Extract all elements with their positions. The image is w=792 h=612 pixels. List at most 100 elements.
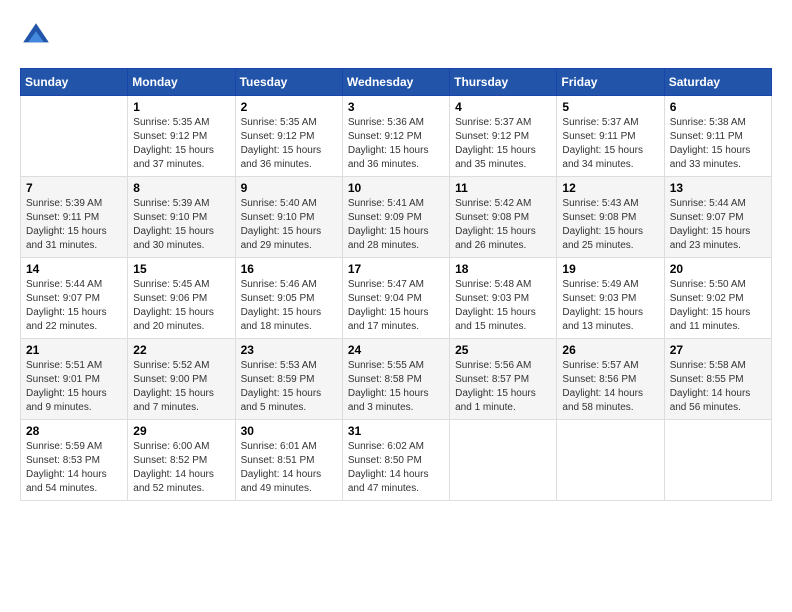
calendar-cell: 5 Sunrise: 5:37 AM Sunset: 9:11 PM Daylig… — [557, 96, 664, 177]
day-info: Sunrise: 5:44 AM Sunset: 9:07 PM Dayligh… — [670, 197, 766, 253]
day-number: 18 — [455, 262, 551, 276]
day-number: 16 — [241, 262, 337, 276]
day-info: Sunrise: 5:53 AM Sunset: 8:59 PM Dayligh… — [241, 359, 337, 415]
calendar-cell: 30 Sunrise: 6:01 AM Sunset: 8:51 PM Dayli… — [235, 420, 342, 501]
day-info: Sunrise: 5:45 AM Sunset: 9:06 PM Dayligh… — [133, 278, 229, 334]
day-info: Sunrise: 5:42 AM Sunset: 9:08 PM Dayligh… — [455, 197, 551, 253]
day-info: Sunrise: 5:36 AM Sunset: 9:12 PM Dayligh… — [348, 116, 444, 172]
header-thursday: Thursday — [450, 69, 557, 96]
day-info: Sunrise: 6:02 AM Sunset: 8:50 PM Dayligh… — [348, 440, 444, 496]
calendar-week-row: 28Sunrise: 5:59 AM Sunset: 8:53 PM Dayli… — [21, 420, 772, 501]
day-info: Sunrise: 6:00 AM Sunset: 8:52 PM Dayligh… — [133, 440, 229, 496]
calendar-cell: 18 Sunrise: 5:48 AM Sunset: 9:03 PM Dayli… — [450, 258, 557, 339]
calendar-cell: 21Sunrise: 5:51 AM Sunset: 9:01 PM Dayli… — [21, 339, 128, 420]
calendar-cell: 4Sunrise: 5:37 AM Sunset: 9:12 PM Daylig… — [450, 96, 557, 177]
calendar-cell: 31 Sunrise: 6:02 AM Sunset: 8:50 PM Dayli… — [342, 420, 449, 501]
day-info: Sunrise: 5:52 AM Sunset: 9:00 PM Dayligh… — [133, 359, 229, 415]
day-number: 24 — [348, 343, 444, 357]
day-number: 9 — [241, 181, 337, 195]
calendar-cell: 28Sunrise: 5:59 AM Sunset: 8:53 PM Dayli… — [21, 420, 128, 501]
day-info: Sunrise: 5:35 AM Sunset: 9:12 PM Dayligh… — [133, 116, 229, 172]
calendar-cell: 23 Sunrise: 5:53 AM Sunset: 8:59 PM Dayli… — [235, 339, 342, 420]
header-monday: Monday — [128, 69, 235, 96]
day-info: Sunrise: 5:39 AM Sunset: 9:10 PM Dayligh… — [133, 197, 229, 253]
calendar-week-row: 1 Sunrise: 5:35 AM Sunset: 9:12 PM Daylig… — [21, 96, 772, 177]
day-number: 23 — [241, 343, 337, 357]
calendar-cell: 3 Sunrise: 5:36 AM Sunset: 9:12 PM Daylig… — [342, 96, 449, 177]
day-number: 26 — [562, 343, 658, 357]
day-number: 17 — [348, 262, 444, 276]
calendar-cell: 10 Sunrise: 5:41 AM Sunset: 9:09 PM Dayli… — [342, 177, 449, 258]
header-saturday: Saturday — [664, 69, 771, 96]
calendar-cell: 14 Sunrise: 5:44 AM Sunset: 9:07 PM Dayli… — [21, 258, 128, 339]
day-info: Sunrise: 6:01 AM Sunset: 8:51 PM Dayligh… — [241, 440, 337, 496]
day-number: 8 — [133, 181, 229, 195]
day-info: Sunrise: 5:38 AM Sunset: 9:11 PM Dayligh… — [670, 116, 766, 172]
calendar-cell: 7 Sunrise: 5:39 AM Sunset: 9:11 PM Daylig… — [21, 177, 128, 258]
day-number: 12 — [562, 181, 658, 195]
calendar-cell: 9 Sunrise: 5:40 AM Sunset: 9:10 PM Daylig… — [235, 177, 342, 258]
day-number: 20 — [670, 262, 766, 276]
logo-icon — [20, 20, 52, 52]
day-info: Sunrise: 5:39 AM Sunset: 9:11 PM Dayligh… — [26, 197, 122, 253]
calendar-week-row: 14 Sunrise: 5:44 AM Sunset: 9:07 PM Dayli… — [21, 258, 772, 339]
calendar-cell: 17Sunrise: 5:47 AM Sunset: 9:04 PM Dayli… — [342, 258, 449, 339]
calendar-cell: 8 Sunrise: 5:39 AM Sunset: 9:10 PM Daylig… — [128, 177, 235, 258]
day-info: Sunrise: 5:37 AM Sunset: 9:11 PM Dayligh… — [562, 116, 658, 172]
day-number: 6 — [670, 100, 766, 114]
header-wednesday: Wednesday — [342, 69, 449, 96]
day-number: 21 — [26, 343, 122, 357]
day-number: 11 — [455, 181, 551, 195]
calendar-cell — [450, 420, 557, 501]
day-number: 7 — [26, 181, 122, 195]
day-info: Sunrise: 5:57 AM Sunset: 8:56 PM Dayligh… — [562, 359, 658, 415]
day-number: 13 — [670, 181, 766, 195]
calendar-cell: 19 Sunrise: 5:49 AM Sunset: 9:03 PM Dayli… — [557, 258, 664, 339]
day-number: 10 — [348, 181, 444, 195]
day-number: 25 — [455, 343, 551, 357]
header-friday: Friday — [557, 69, 664, 96]
day-number: 29 — [133, 424, 229, 438]
day-number: 3 — [348, 100, 444, 114]
day-info: Sunrise: 5:41 AM Sunset: 9:09 PM Dayligh… — [348, 197, 444, 253]
calendar-cell: 26 Sunrise: 5:57 AM Sunset: 8:56 PM Dayli… — [557, 339, 664, 420]
day-info: Sunrise: 5:58 AM Sunset: 8:55 PM Dayligh… — [670, 359, 766, 415]
calendar-cell: 16 Sunrise: 5:46 AM Sunset: 9:05 PM Dayli… — [235, 258, 342, 339]
day-number: 5 — [562, 100, 658, 114]
calendar-cell: 20Sunrise: 5:50 AM Sunset: 9:02 PM Dayli… — [664, 258, 771, 339]
day-number: 22 — [133, 343, 229, 357]
day-info: Sunrise: 5:48 AM Sunset: 9:03 PM Dayligh… — [455, 278, 551, 334]
calendar-cell: 25 Sunrise: 5:56 AM Sunset: 8:57 PM Dayli… — [450, 339, 557, 420]
calendar-cell — [21, 96, 128, 177]
day-number: 19 — [562, 262, 658, 276]
day-info: Sunrise: 5:59 AM Sunset: 8:53 PM Dayligh… — [26, 440, 122, 496]
header-sunday: Sunday — [21, 69, 128, 96]
calendar-week-row: 21Sunrise: 5:51 AM Sunset: 9:01 PM Dayli… — [21, 339, 772, 420]
day-number: 14 — [26, 262, 122, 276]
day-info: Sunrise: 5:46 AM Sunset: 9:05 PM Dayligh… — [241, 278, 337, 334]
calendar-cell: 2 Sunrise: 5:35 AM Sunset: 9:12 PM Daylig… — [235, 96, 342, 177]
calendar-cell: 24Sunrise: 5:55 AM Sunset: 8:58 PM Dayli… — [342, 339, 449, 420]
day-number: 27 — [670, 343, 766, 357]
day-info: Sunrise: 5:56 AM Sunset: 8:57 PM Dayligh… — [455, 359, 551, 415]
calendar-cell: 27 Sunrise: 5:58 AM Sunset: 8:55 PM Dayli… — [664, 339, 771, 420]
calendar-cell: 29 Sunrise: 6:00 AM Sunset: 8:52 PM Dayli… — [128, 420, 235, 501]
day-info: Sunrise: 5:35 AM Sunset: 9:12 PM Dayligh… — [241, 116, 337, 172]
day-number: 15 — [133, 262, 229, 276]
day-number: 31 — [348, 424, 444, 438]
calendar-cell: 11 Sunrise: 5:42 AM Sunset: 9:08 PM Dayli… — [450, 177, 557, 258]
calendar-cell: 1 Sunrise: 5:35 AM Sunset: 9:12 PM Daylig… — [128, 96, 235, 177]
day-number: 2 — [241, 100, 337, 114]
calendar-cell: 12Sunrise: 5:43 AM Sunset: 9:08 PM Dayli… — [557, 177, 664, 258]
day-info: Sunrise: 5:44 AM Sunset: 9:07 PM Dayligh… — [26, 278, 122, 334]
header-tuesday: Tuesday — [235, 69, 342, 96]
calendar-cell: 6 Sunrise: 5:38 AM Sunset: 9:11 PM Daylig… — [664, 96, 771, 177]
logo — [20, 20, 56, 52]
day-number: 1 — [133, 100, 229, 114]
day-info: Sunrise: 5:40 AM Sunset: 9:10 PM Dayligh… — [241, 197, 337, 253]
calendar-cell — [664, 420, 771, 501]
calendar-header-row: SundayMondayTuesdayWednesdayThursdayFrid… — [21, 69, 772, 96]
day-info: Sunrise: 5:49 AM Sunset: 9:03 PM Dayligh… — [562, 278, 658, 334]
calendar-cell: 22 Sunrise: 5:52 AM Sunset: 9:00 PM Dayli… — [128, 339, 235, 420]
day-number: 30 — [241, 424, 337, 438]
